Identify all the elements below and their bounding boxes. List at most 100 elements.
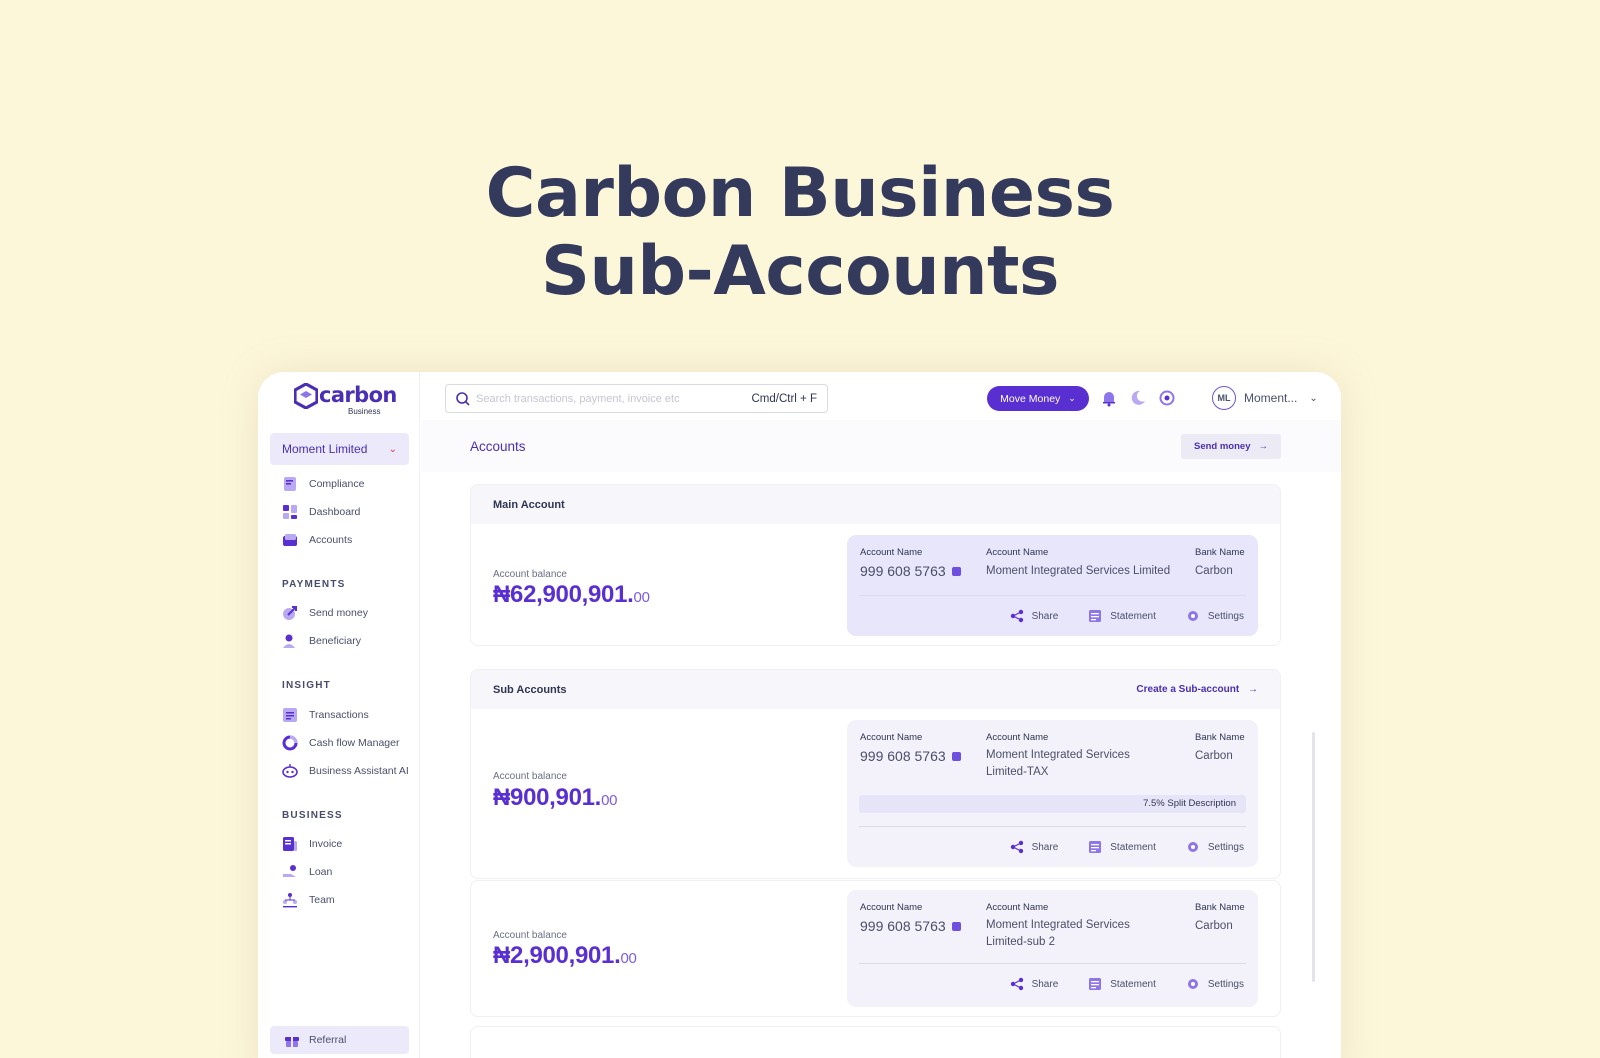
account-name-line2: Limited-sub 2: [986, 936, 1056, 948]
support-icon[interactable]: [1158, 389, 1176, 407]
team-icon: [282, 892, 298, 908]
gear-icon: [1187, 842, 1198, 852]
settings-label: Settings: [1207, 841, 1244, 853]
share-label: Share: [1031, 610, 1059, 622]
settings-button[interactable]: Settings: [1186, 977, 1244, 991]
logo[interactable]: carbon Business: [294, 383, 397, 416]
sidebar-item-label: Beneficiary: [309, 635, 361, 647]
sidebar-item-transactions[interactable]: Transactions: [282, 707, 369, 723]
account-details: Account Name 999 608 5763 Account Name M…: [847, 535, 1258, 636]
copy-icon[interactable]: [951, 751, 961, 761]
balance-label: Account balance: [493, 930, 567, 941]
search-input[interactable]: Search transactions, payment, invoice et…: [445, 384, 828, 413]
move-money-label: Move Money: [1000, 392, 1061, 405]
sidebar-item-beneficiary[interactable]: Beneficiary: [282, 633, 361, 649]
sidebar-item-dashboard[interactable]: Dashboard: [282, 504, 360, 520]
hero-title-line2: Sub-Accounts: [540, 232, 1060, 311]
share-button[interactable]: Share: [1010, 840, 1059, 854]
search-placeholder: Search transactions, payment, invoice et…: [476, 392, 680, 405]
share-icon: [1010, 977, 1023, 991]
page-header: Accounts Send money →: [421, 420, 1341, 472]
bank-name-value: Carbon: [1195, 750, 1233, 762]
sidebar-item-team[interactable]: Team: [282, 892, 335, 908]
bank-name-label: Bank Name: [1195, 902, 1245, 913]
avatar: ML: [1212, 386, 1236, 410]
sidebar-item-referral[interactable]: Referral: [270, 1026, 409, 1054]
sidebar-item-invoice[interactable]: Invoice: [282, 836, 342, 852]
sub-account-row: [470, 1026, 1281, 1058]
balance-whole: ₦62,900,901.: [493, 581, 634, 608]
logo-subtext: Business: [348, 407, 381, 416]
main-account-header: Main Account: [471, 485, 1280, 524]
user-menu[interactable]: ML Moment... ⌄: [1212, 386, 1318, 410]
bank-name-value: Carbon: [1195, 920, 1233, 932]
gift-icon: [284, 1032, 300, 1048]
sidebar-item-accounts[interactable]: Accounts: [282, 532, 352, 548]
nav-section-insight: INSIGHT: [282, 680, 331, 691]
sidebar-item-label: Transactions: [309, 709, 369, 721]
sidebar-item-label: Invoice: [309, 838, 343, 850]
search-shortcut: Cmd/Ctrl + F: [751, 392, 818, 405]
settings-button[interactable]: Settings: [1186, 840, 1244, 854]
create-sub-account-link[interactable]: Create a Sub-account →: [1136, 684, 1258, 695]
balance-whole: ₦2,900,901.: [493, 942, 621, 969]
copy-icon[interactable]: [951, 566, 961, 576]
copy-icon[interactable]: [951, 921, 961, 931]
main-account-card: Main Account Account balance ₦62,900,901…: [470, 484, 1281, 646]
sub-accounts-title: Sub Accounts: [493, 683, 567, 696]
account-name-line2: Limited-TAX: [986, 766, 1049, 778]
sidebar-item-label: Business Assistant AI: [309, 765, 409, 777]
settings-label: Settings: [1207, 610, 1244, 622]
share-button[interactable]: Share: [1010, 609, 1059, 623]
share-button[interactable]: Share: [1010, 977, 1059, 991]
bell-icon[interactable]: [1100, 389, 1118, 407]
sidebar-item-compliance[interactable]: Compliance: [282, 476, 364, 492]
statement-icon: [1089, 610, 1102, 622]
settings-label: Settings: [1207, 978, 1244, 990]
share-label: Share: [1031, 841, 1059, 853]
compliance-icon: [282, 476, 298, 492]
sidebar-item-label: Cash flow Manager: [309, 737, 400, 749]
account-details: Account Name 999 608 5763 Account Name M…: [847, 890, 1258, 1007]
settings-button[interactable]: Settings: [1186, 609, 1244, 623]
main-content: Accounts Send money → Main Account Accou…: [421, 420, 1341, 1058]
balance-value: ₦900,901.00: [493, 784, 617, 812]
sidebar: carbon Business Moment Limited ⌄ Complia…: [258, 372, 420, 1058]
statement-button[interactable]: Statement: [1088, 609, 1156, 623]
app-window: carbon Business Moment Limited ⌄ Complia…: [258, 372, 1341, 1058]
statement-button[interactable]: Statement: [1088, 977, 1156, 991]
sidebar-item-send-money[interactable]: Send money: [282, 605, 368, 621]
org-selector[interactable]: Moment Limited ⌄: [270, 433, 409, 465]
account-name-line1: Moment Integrated Services: [986, 919, 1130, 931]
send-money-button[interactable]: Send money →: [1181, 434, 1281, 459]
share-label: Share: [1031, 978, 1059, 990]
bank-name-value: Carbon: [1195, 565, 1233, 577]
statement-icon: [1089, 841, 1102, 853]
move-money-button[interactable]: Move Money ⌄: [987, 386, 1089, 411]
balance-label: Account balance: [493, 771, 567, 782]
share-icon: [1010, 840, 1023, 854]
sidebar-item-label: Compliance: [309, 478, 365, 490]
balance-value: ₦2,900,901.00: [493, 942, 637, 970]
gear-icon: [1187, 611, 1198, 621]
statement-label: Statement: [1110, 841, 1156, 853]
sidebar-item-label: Accounts: [309, 534, 353, 546]
sidebar-item-loan[interactable]: Loan: [282, 864, 332, 880]
account-name-line1: Moment Integrated Services: [986, 749, 1130, 761]
sidebar-item-cash-flow-manager[interactable]: Cash flow Manager: [282, 735, 399, 751]
account-number-label: Account Name: [860, 732, 923, 743]
statement-button[interactable]: Statement: [1088, 840, 1156, 854]
balance-cents: 00: [633, 589, 650, 606]
divider: [859, 826, 1246, 827]
account-number-value: 999 608 5763: [860, 918, 946, 934]
statement-label: Statement: [1110, 978, 1156, 990]
search-icon: [456, 391, 470, 406]
sidebar-item-business-assistant[interactable]: Business Assistant AI: [282, 763, 409, 779]
arrow-right-icon: →: [1258, 441, 1269, 452]
moon-icon[interactable]: [1129, 389, 1147, 407]
sidebar-item-label: Dashboard: [309, 506, 361, 518]
nav-section-payments: PAYMENTS: [282, 579, 346, 590]
sidebar-item-label: Team: [309, 894, 335, 906]
scrollbar[interactable]: [1312, 732, 1315, 982]
beneficiary-icon: [282, 633, 298, 649]
